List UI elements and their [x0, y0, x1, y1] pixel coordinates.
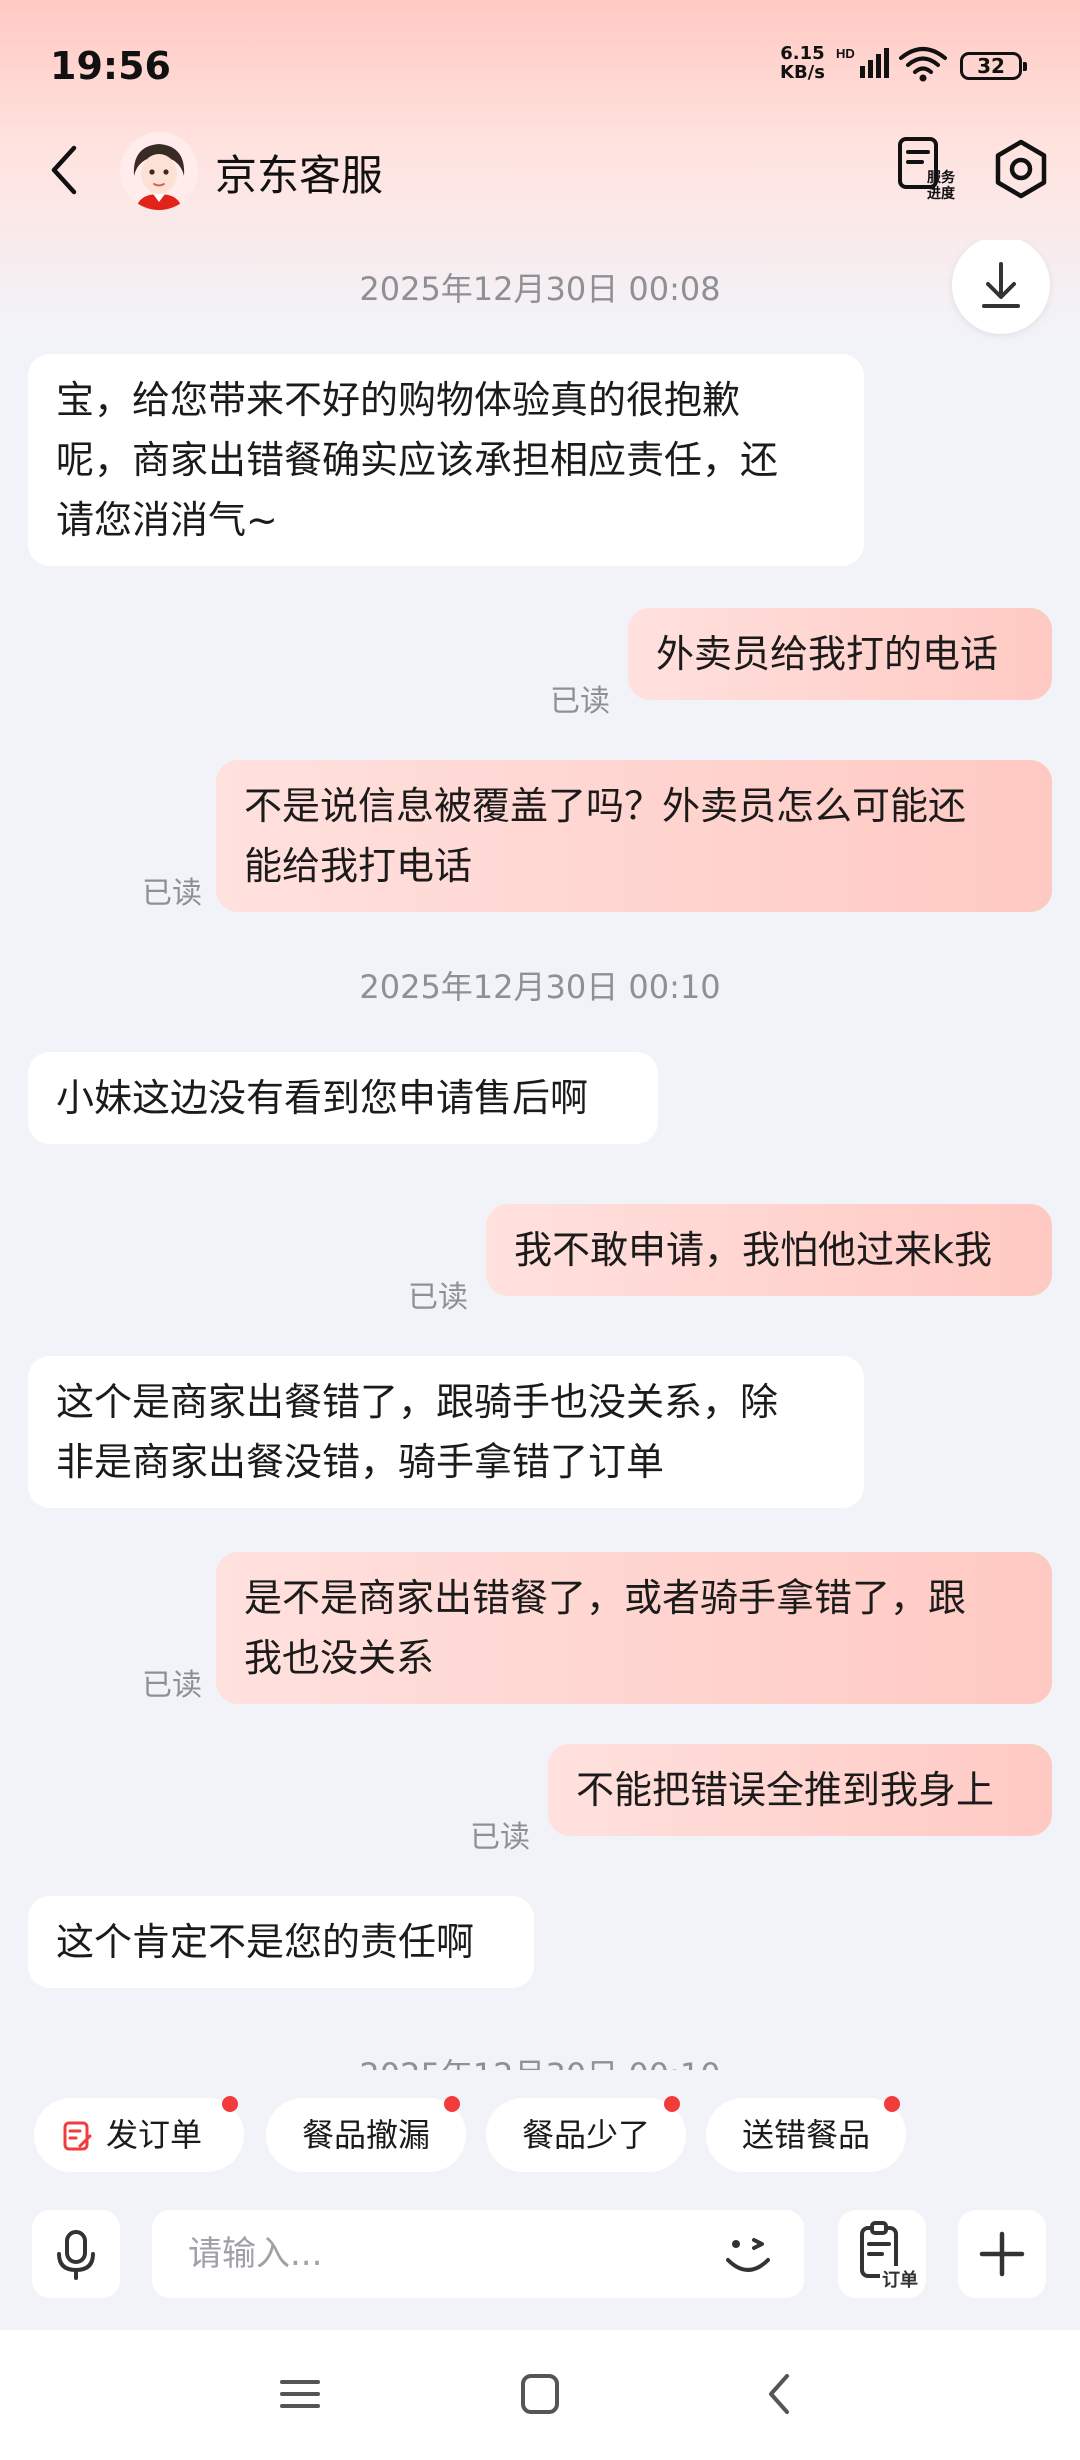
- network-speed-unit: KB/s: [780, 62, 825, 83]
- chip-label: 餐品撤漏: [301, 2116, 430, 2154]
- message-line: 能给我打电话: [244, 844, 473, 888]
- input-bar: 请输入... 订单: [0, 2208, 1080, 2300]
- message-line: 这个肯定不是您的责任啊: [56, 1920, 475, 1964]
- incoming-message[interactable]: 宝，给您带来不好的购物体验真的很抱歉 呢，商家出错餐确实应该承担相应责任，还 请…: [28, 354, 864, 566]
- network-type-label: HD: [836, 46, 855, 61]
- download-button[interactable]: [952, 240, 1050, 334]
- message-line: 我不敢申请，我怕他过来k我: [514, 1228, 993, 1272]
- home-icon[interactable]: [505, 2364, 575, 2424]
- signal-icon: HD: [836, 46, 889, 78]
- message-line: 我也没关系: [244, 1636, 435, 1680]
- outgoing-message[interactable]: 我不敢申请，我怕他过来k我: [486, 1204, 1052, 1296]
- message-timestamp: 2025年12月30日 00:08: [359, 270, 721, 308]
- notification-dot: [444, 2096, 460, 2112]
- chat-header: 京东客服 服务 进度: [0, 120, 1080, 220]
- message-timestamp: 2025年12月30日 00:10: [359, 968, 721, 1006]
- back-icon[interactable]: [745, 2364, 815, 2424]
- read-receipt: 已读: [142, 1668, 202, 1703]
- quick-reply-bar: 发订单 餐品撤漏 餐品少了 送错餐品: [0, 2096, 1080, 2178]
- incoming-message[interactable]: 这个是商家出餐错了，跟骑手也没关系，除 非是商家出餐没错，骑手拿错了订单: [28, 1356, 864, 1508]
- service-progress-label-2: 进度: [927, 185, 956, 202]
- notification-dot: [222, 2096, 238, 2112]
- message-line: 请您消消气~: [56, 498, 278, 542]
- message-input[interactable]: 请输入...: [152, 2210, 804, 2298]
- message-line: 是不是商家出错餐了，或者骑手拿错了，跟: [244, 1576, 967, 1620]
- notification-dot: [884, 2096, 900, 2112]
- message-line: 这个是商家出餐错了，跟骑手也没关系，除: [56, 1380, 779, 1424]
- battery-indicator: 32: [960, 52, 1027, 80]
- read-receipt: 已读: [470, 1820, 530, 1855]
- message-line: 外卖员给我打的电话: [656, 632, 999, 676]
- quick-reply-chip[interactable]: 餐品撤漏: [266, 2096, 466, 2172]
- message-line: 非是商家出餐没错，骑手拿错了订单: [56, 1440, 665, 1484]
- status-bar: 19:56 6.15 KB/s HD 32: [0, 0, 1080, 130]
- service-progress-icon[interactable]: 服务 进度: [896, 136, 962, 202]
- message-line: 宝，给您带来不好的购物体验真的很抱歉: [56, 378, 741, 422]
- message-line: 呢，商家出错餐确实应该承担相应责任，还: [56, 438, 779, 482]
- outgoing-message[interactable]: 不是说信息被覆盖了吗？外卖员怎么可能还 能给我打电话: [216, 760, 1052, 912]
- incoming-message[interactable]: 小妹这边没有看到您申请售后啊: [28, 1052, 658, 1144]
- send-order-chip[interactable]: 发订单: [34, 2096, 244, 2172]
- avatar-image: [120, 132, 198, 210]
- chat-message-list[interactable]: 2025年12月30日 00:08 宝，给您带来不好的购物体验真的很抱歉 呢，商…: [0, 240, 1080, 2070]
- back-arrow-icon[interactable]: [40, 140, 90, 200]
- message-line: 不能把错误全推到我身上: [576, 1768, 995, 1812]
- order-button[interactable]: 订单: [838, 2210, 926, 2298]
- read-receipt: 已读: [142, 876, 202, 911]
- order-clipboard-icon: 订单: [860, 2221, 920, 2292]
- order-button-label: 订单: [882, 2269, 918, 2291]
- chat-title: 京东客服: [215, 151, 384, 200]
- outgoing-message[interactable]: 不能把错误全推到我身上: [548, 1744, 1052, 1836]
- system-navigation-bar: [0, 2330, 1080, 2460]
- order-edit-icon: [63, 2121, 92, 2151]
- outgoing-message[interactable]: 是不是商家出错餐了，或者骑手拿错了，跟 我也没关系: [216, 1552, 1052, 1704]
- message-timestamp: 2025年12月30日 00:10: [0, 2050, 1080, 2070]
- chip-label: 发订单: [106, 2116, 203, 2154]
- message-line: 不是说信息被覆盖了吗？外卖员怎么可能还: [244, 784, 967, 828]
- read-receipt: 已读: [550, 684, 610, 719]
- service-progress-label-1: 服务: [927, 169, 956, 186]
- more-actions-button[interactable]: [958, 2210, 1046, 2298]
- network-speed: 6.15 KB/s: [780, 44, 825, 82]
- voice-button[interactable]: [32, 2210, 120, 2298]
- notification-dot: [664, 2096, 680, 2112]
- chip-label: 送错餐品: [741, 2116, 870, 2154]
- incoming-message[interactable]: 这个肯定不是您的责任啊: [28, 1896, 534, 1988]
- wifi-icon: [899, 47, 947, 82]
- plus-icon: [979, 2231, 1025, 2277]
- message-line: 小妹这边没有看到您申请售后啊: [56, 1076, 589, 1120]
- chip-label: 餐品少了: [521, 2116, 650, 2154]
- agent-avatar[interactable]: [120, 132, 198, 210]
- microphone-icon: [57, 2230, 95, 2280]
- emoji-icon[interactable]: [716, 2222, 780, 2286]
- read-receipt: 已读: [408, 1280, 468, 1315]
- quick-reply-chip[interactable]: 餐品少了: [486, 2096, 686, 2172]
- download-icon: [982, 262, 1020, 308]
- network-speed-value: 6.15: [780, 43, 825, 64]
- outgoing-message[interactable]: 外卖员给我打的电话: [628, 608, 1052, 700]
- quick-reply-chip[interactable]: 送错餐品: [706, 2096, 906, 2172]
- status-time: 19:56: [50, 44, 171, 88]
- menu-icon[interactable]: [265, 2364, 335, 2424]
- settings-gear-icon[interactable]: [990, 138, 1052, 200]
